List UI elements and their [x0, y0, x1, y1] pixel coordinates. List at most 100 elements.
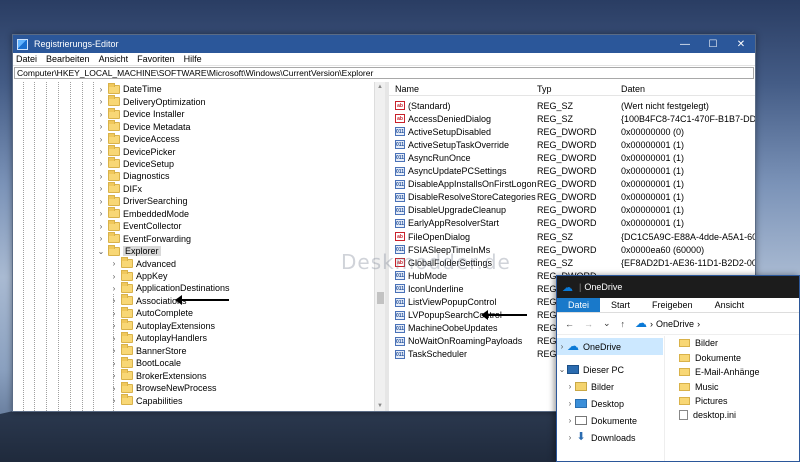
menu-hilfe[interactable]: Hilfe	[184, 54, 202, 64]
back-arrow-icon[interactable]: ←	[565, 319, 574, 329]
registry-value-row[interactable]: ab AccessDeniedDialog REG_SZ {100B4FC8-74C1…	[389, 112, 755, 125]
forward-arrow-icon[interactable]: →	[584, 319, 593, 329]
expand-chevron-icon[interactable]: ›	[96, 159, 106, 168]
ribbon-tab-ansicht[interactable]: Ansicht	[704, 298, 756, 312]
tree-item[interactable]: › ApplicationDestinations	[109, 281, 230, 295]
menu-bearbeiten[interactable]: Bearbeiten	[46, 54, 90, 64]
ribbon-tab-start[interactable]: Start	[600, 298, 641, 312]
tree-item[interactable]: › DateTime	[96, 82, 162, 96]
tree-item[interactable]: › DevicePicker	[96, 145, 176, 158]
expand-chevron-icon[interactable]: ›	[109, 396, 119, 405]
expand-chevron-icon[interactable]: ›	[96, 147, 106, 156]
nav-item-downloads[interactable]: › ⬇ Downloads	[557, 429, 663, 446]
file-item[interactable]: Dokumente	[679, 351, 741, 365]
tree-item[interactable]: › EventForwarding	[96, 232, 191, 245]
maximize-icon[interactable]: ☐	[699, 35, 727, 53]
tree-item[interactable]: › Device Installer	[96, 107, 185, 121]
registry-value-row[interactable]: ab FileOpenDialog REG_SZ {DC1C5A9C-E88A-4dd…	[389, 230, 755, 243]
tree-item[interactable]: › Device Metadata	[96, 120, 191, 133]
nav-item-desktop[interactable]: › Desktop	[557, 395, 663, 412]
tree-item[interactable]: › EventCollector	[96, 219, 182, 233]
scroll-down-icon[interactable]: ▼	[377, 403, 383, 409]
tree-item[interactable]: › BrowseNewProcess	[109, 381, 217, 395]
collapse-chevron-icon[interactable]: ⌄	[96, 247, 106, 256]
tree-item[interactable]: › EmbeddedMode	[96, 207, 189, 221]
ribbon-tab-datei[interactable]: Datei	[557, 298, 601, 312]
expand-chevron-icon[interactable]: ›	[96, 209, 106, 218]
registry-value-row[interactable]: 011 ActiveSetupTaskOverride REG_DWORD 0x000…	[389, 138, 755, 151]
registry-tree-pane[interactable]: › DateTime › DeliveryOptimization › Device In…	[13, 82, 389, 411]
expand-chevron-icon[interactable]: ›	[109, 259, 119, 268]
collapse-chevron-icon[interactable]: ⌄	[557, 365, 567, 374]
expand-chevron-icon[interactable]: ›	[96, 122, 106, 131]
registry-value-row[interactable]: 011 DisableAppInstallsOnFirstLogon REG_DWO…	[389, 178, 755, 191]
file-item[interactable]: desktop.ini	[679, 408, 736, 422]
expand-chevron-icon[interactable]: ›	[109, 346, 119, 355]
registry-value-row[interactable]: 011 EarlyAppResolverStart REG_DWORD 0x00000…	[389, 217, 755, 230]
expand-chevron-icon[interactable]: ›	[109, 309, 119, 318]
column-name[interactable]: Name	[395, 84, 419, 94]
expand-chevron-icon[interactable]: ›	[109, 371, 119, 380]
expand-chevron-icon[interactable]: ›	[96, 197, 106, 206]
column-data[interactable]: Daten	[621, 84, 645, 94]
tree-item[interactable]: › AppKey	[109, 269, 168, 283]
expand-chevron-icon[interactable]: ›	[96, 172, 106, 181]
minimize-icon[interactable]: —	[671, 35, 699, 53]
onedrive-file-list[interactable]: Bilder Dokumente E-Mail-Anhänge Music Pi…	[675, 336, 799, 461]
tree-item[interactable]: › AutoplayHandlers	[109, 331, 207, 345]
file-item[interactable]: Music	[679, 380, 719, 394]
expand-chevron-icon[interactable]: ›	[109, 359, 119, 368]
breadcrumb-onedrive[interactable]: OneDrive	[656, 319, 694, 329]
expand-chevron-icon[interactable]: ›	[96, 135, 106, 144]
expand-chevron-icon[interactable]: ›	[565, 382, 575, 391]
registry-value-row[interactable]: 011 AsyncUpdatePCSettings REG_DWORD 0x00000…	[389, 165, 755, 178]
file-item[interactable]: Pictures	[679, 394, 728, 408]
onedrive-navigation-pane[interactable]: › ☁ OneDrive ⌄ Dieser PC › Bilder › Desk…	[557, 336, 665, 461]
close-icon[interactable]: ✕	[727, 35, 755, 53]
registry-value-row[interactable]: 011 DisableUpgradeCleanup REG_DWORD 0x00000…	[389, 204, 755, 217]
expand-chevron-icon[interactable]: ›	[565, 399, 575, 408]
tree-item[interactable]: › DIFx	[96, 182, 142, 196]
scroll-up-icon[interactable]: ▲	[377, 84, 383, 90]
expand-chevron-icon[interactable]: ›	[109, 334, 119, 343]
tree-item[interactable]: › Capabilities	[109, 394, 183, 407]
tree-item[interactable]: › AutoComplete	[109, 306, 193, 320]
expand-chevron-icon[interactable]: ›	[96, 184, 106, 193]
tree-item[interactable]: › Diagnostics	[96, 169, 170, 183]
registry-value-row[interactable]: ab (Standard) REG_SZ (Wert nicht festgelegt…	[389, 99, 755, 112]
expand-chevron-icon[interactable]: ›	[96, 97, 106, 106]
expand-chevron-icon[interactable]: ›	[565, 433, 575, 442]
expand-chevron-icon[interactable]: ›	[109, 384, 119, 393]
tree-item[interactable]: › AutoplayExtensions	[109, 319, 215, 333]
recent-chevron-icon[interactable]: ⌄	[603, 318, 611, 329]
expand-chevron-icon[interactable]: ›	[565, 416, 575, 425]
tree-item-explorer[interactable]: ⌄ Explorer	[96, 244, 161, 258]
expand-chevron-icon[interactable]: ›	[109, 321, 119, 330]
menu-ansicht[interactable]: Ansicht	[99, 54, 129, 64]
tree-item[interactable]: › Advanced	[109, 257, 176, 270]
registry-value-row[interactable]: 011 ActiveSetupDisabled REG_DWORD 0x0000000…	[389, 125, 755, 138]
menu-favoriten[interactable]: Favoriten	[137, 54, 175, 64]
expand-chevron-icon[interactable]: ›	[109, 284, 119, 293]
expand-chevron-icon[interactable]: ›	[109, 296, 119, 305]
file-item[interactable]: Bilder	[679, 336, 718, 350]
tree-item[interactable]: › DeliveryOptimization	[96, 95, 206, 108]
expand-chevron-icon[interactable]: ›	[557, 342, 567, 351]
tree-item[interactable]: › BannerStore	[109, 344, 187, 357]
file-item[interactable]: E-Mail-Anhänge	[679, 365, 760, 379]
onedrive-titlebar[interactable]: ☁ | OneDrive	[557, 276, 799, 298]
expand-chevron-icon[interactable]: ›	[96, 110, 106, 119]
up-arrow-icon[interactable]: ↑	[621, 319, 626, 329]
registry-value-row[interactable]: 011 AsyncRunOnce REG_DWORD 0x00000001 (1)	[389, 151, 755, 164]
tree-scroll-thumb[interactable]	[377, 292, 384, 304]
menu-datei[interactable]: Datei	[16, 54, 37, 64]
column-type[interactable]: Typ	[537, 84, 552, 94]
tree-scrollbar[interactable]: ▲ ▼	[374, 82, 385, 411]
expand-chevron-icon[interactable]: ›	[96, 222, 106, 231]
registry-address-bar[interactable]: Computer\HKEY_LOCAL_MACHINE\SOFTWARE\Mic…	[14, 67, 754, 79]
tree-item[interactable]: › DeviceAccess	[96, 132, 180, 146]
tree-item[interactable]: › BootLocale	[109, 356, 181, 370]
registry-value-row[interactable]: 011 DisableResolveStoreCategories REG_DWOR…	[389, 191, 755, 204]
nav-item-onedrive[interactable]: › ☁ OneDrive	[557, 338, 663, 355]
registry-titlebar[interactable]: Registrierungs-Editor — ☐ ✕	[13, 35, 755, 53]
